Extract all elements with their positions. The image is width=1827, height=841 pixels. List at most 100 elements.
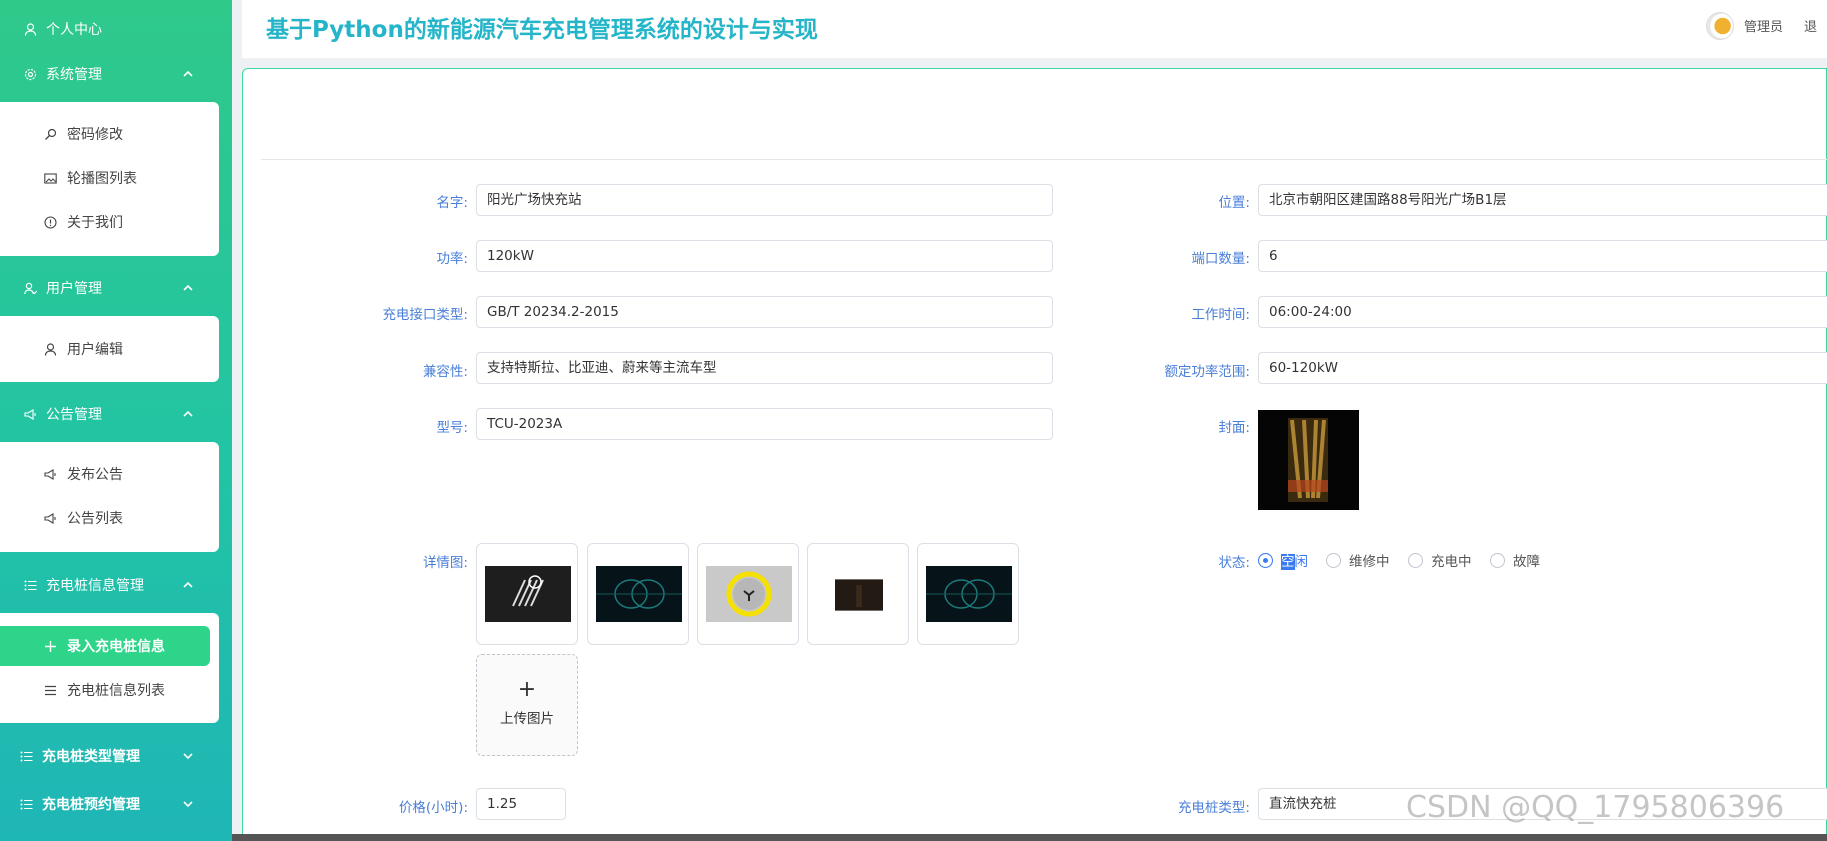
hours-label: 工作时间: xyxy=(1191,307,1250,323)
menu-icon xyxy=(42,682,58,698)
sidebar-item-password[interactable]: 密码修改 xyxy=(0,114,219,154)
sidebar-submenu-notice: 发布公告 公告列表 xyxy=(0,442,219,552)
power-label: 功率: xyxy=(436,251,468,267)
info-icon xyxy=(42,214,58,230)
radio-label: 维修中 xyxy=(1349,554,1390,570)
avatar[interactable] xyxy=(1706,12,1734,40)
chevron-up-icon xyxy=(183,284,193,291)
sidebar-item-label: 发布公告 xyxy=(67,467,123,483)
sidebar-group-label: 充电桩类型管理 xyxy=(42,749,140,765)
sidebar-item-label: 公告列表 xyxy=(67,511,123,527)
status-radio-fault[interactable]: 故障 xyxy=(1490,550,1540,570)
chevron-down-icon xyxy=(183,753,193,760)
plus-icon xyxy=(42,638,58,654)
radio-dot xyxy=(1326,552,1341,568)
sidebar-group-label: 公告管理 xyxy=(46,407,102,423)
sidebar-item-add-pile[interactable]: 录入充电桩信息 xyxy=(0,626,210,666)
model-input[interactable]: TCU-2023A xyxy=(476,408,1053,440)
sidebar-item-label: 关于我们 xyxy=(67,215,123,231)
sidebar-group-label: 充电桩预约管理 xyxy=(42,797,140,813)
name-label: 名字: xyxy=(436,195,468,211)
interface-label: 充电接口类型: xyxy=(382,307,468,323)
sidebar-item-personal-center[interactable]: 个人中心 xyxy=(0,11,232,47)
sidebar-group-label: 充电桩信息管理 xyxy=(46,578,144,594)
user-icon xyxy=(22,21,38,37)
sidebar-submenu-system: 密码修改 轮播图列表 关于我们 xyxy=(0,102,219,256)
upload-image-button[interactable]: + 上传图片 xyxy=(476,654,578,756)
rated-label: 额定功率范围: xyxy=(1164,364,1250,380)
image-icon xyxy=(42,170,58,186)
sidebar-group-pile-info[interactable]: 充电桩信息管理 xyxy=(0,567,232,603)
admin-name[interactable]: 管理员 xyxy=(1744,16,1783,35)
sidebar-group-user[interactable]: 用户管理 xyxy=(0,270,232,306)
gear-icon xyxy=(22,66,38,82)
sidebar-item-label: 充电桩信息列表 xyxy=(67,683,165,699)
status-radio-idle[interactable]: 空闲 xyxy=(1258,550,1308,570)
name-input[interactable]: 阳光广场快充站 xyxy=(476,184,1053,216)
sidebar-item-carousel[interactable]: 轮播图列表 xyxy=(0,158,219,198)
sidebar-item-label: 用户编辑 xyxy=(67,342,123,358)
status-radio-charging[interactable]: 充电中 xyxy=(1408,550,1472,570)
sidebar-submenu-pile-info: 录入充电桩信息 充电桩信息列表 xyxy=(0,613,219,723)
radio-label: 空闲 xyxy=(1281,554,1308,570)
user-icon xyxy=(42,341,58,357)
sidebar-group-pile-booking[interactable]: 充电桩预约管理 xyxy=(0,786,232,822)
detail-image-1[interactable] xyxy=(476,543,578,645)
sidebar-group-pile-type[interactable]: 充电桩类型管理 xyxy=(0,738,232,774)
list-icon xyxy=(18,748,34,764)
sidebar-item-pile-list[interactable]: 充电桩信息列表 xyxy=(0,670,219,710)
sidebar-item-user-edit[interactable]: 用户编辑 xyxy=(0,329,219,369)
upload-label: 上传图片 xyxy=(500,711,554,727)
location-label: 位置: xyxy=(1218,195,1250,211)
megaphone-icon xyxy=(22,406,38,422)
sidebar-group-label: 系统管理 xyxy=(46,67,102,83)
plus-icon: + xyxy=(517,677,537,702)
pile-type-label: 充电桩类型: xyxy=(1177,800,1250,816)
interface-input[interactable]: GB/T 20234.2-2015 xyxy=(476,296,1053,328)
cover-label: 封面: xyxy=(1218,420,1250,436)
sidebar-submenu-user: 用户编辑 xyxy=(0,316,219,382)
chevron-up-icon xyxy=(183,70,193,77)
price-label: 价格(小时): xyxy=(398,800,468,816)
price-input[interactable]: 1.25 xyxy=(476,788,566,820)
bottom-scrollbar[interactable] xyxy=(232,834,1827,841)
megaphone-icon xyxy=(42,510,58,526)
status-radio-repair[interactable]: 维修中 xyxy=(1326,550,1390,570)
power-input[interactable]: 120kW xyxy=(476,240,1053,272)
detail-image-5[interactable] xyxy=(917,543,1019,645)
radio-label: 故障 xyxy=(1513,554,1540,570)
sidebar-group-notice[interactable]: 公告管理 xyxy=(0,396,232,432)
chevron-down-icon xyxy=(183,801,193,808)
chevron-up-icon xyxy=(183,410,193,417)
rated-input[interactable]: 60-120kW xyxy=(1258,352,1827,384)
search-key-icon xyxy=(42,126,58,142)
sidebar-item-label: 录入充电桩信息 xyxy=(67,639,165,655)
status-label: 状态: xyxy=(1218,555,1250,571)
radio-dot xyxy=(1258,552,1273,568)
sidebar-item-notice-list[interactable]: 公告列表 xyxy=(0,498,219,538)
sidebar-item-label: 个人中心 xyxy=(46,22,102,38)
compat-input[interactable]: 支持特斯拉、比亚迪、蔚来等主流车型 xyxy=(476,352,1053,384)
hours-input[interactable]: 06:00-24:00 xyxy=(1258,296,1827,328)
ports-input[interactable]: 6 xyxy=(1258,240,1827,272)
model-label: 型号: xyxy=(436,420,468,436)
sidebar-item-label: 密码修改 xyxy=(67,127,123,143)
page-title: 基于Python的新能源汽车充电管理系统的设计与实现 xyxy=(266,17,818,43)
radio-label: 充电中 xyxy=(1431,554,1472,570)
sidebar: 个人中心 系统管理 密码修改 轮播图列表 关于我们 用户管理 用户编辑 公告管理… xyxy=(0,0,232,841)
detail-image-2[interactable] xyxy=(587,543,689,645)
sidebar-item-publish-notice[interactable]: 发布公告 xyxy=(0,454,219,494)
radio-dot xyxy=(1408,552,1423,568)
list-icon xyxy=(22,577,38,593)
detail-image-3[interactable] xyxy=(697,543,799,645)
top-header: 基于Python的新能源汽车充电管理系统的设计与实现 管理员 退 xyxy=(242,0,1827,58)
sidebar-item-about[interactable]: 关于我们 xyxy=(0,202,219,242)
sidebar-group-system[interactable]: 系统管理 xyxy=(0,56,232,92)
chevron-up-icon xyxy=(183,581,193,588)
divider xyxy=(261,159,1827,160)
location-input[interactable]: 北京市朝阳区建国路88号阳光广场B1层 xyxy=(1258,184,1827,216)
list-icon xyxy=(18,796,34,812)
cover-image[interactable] xyxy=(1258,410,1359,510)
detail-image-4[interactable] xyxy=(807,543,909,645)
logout-link[interactable]: 退 xyxy=(1804,16,1817,35)
